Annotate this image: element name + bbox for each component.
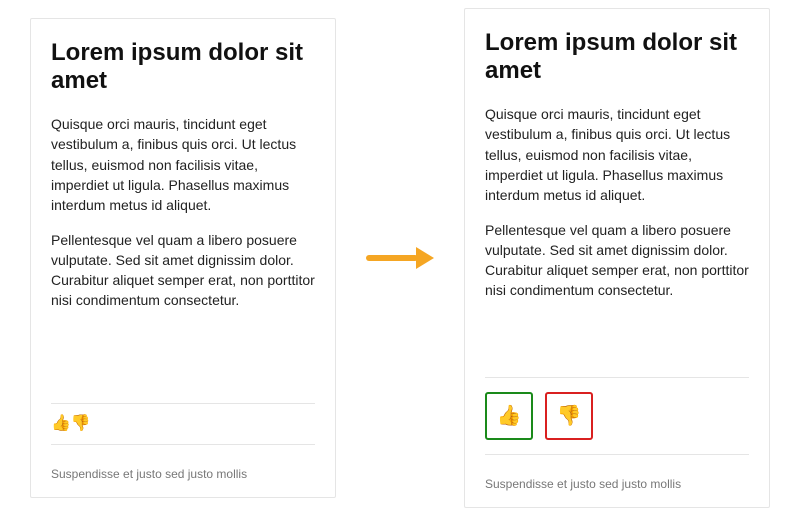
reactions-inline: 👍👎 bbox=[51, 414, 315, 434]
card-paragraph-2: Pellentesque vel quam a libero posuere v… bbox=[51, 230, 315, 311]
divider bbox=[51, 444, 315, 445]
divider bbox=[51, 403, 315, 404]
card-paragraph-1: Quisque orci mauris, tincidunt eget vest… bbox=[51, 114, 315, 215]
card-title: Lorem ipsum dolor sit amet bbox=[485, 29, 749, 87]
spacer bbox=[485, 315, 749, 367]
arrow-icon bbox=[360, 247, 440, 269]
thumbs-up-button[interactable]: 👍 bbox=[485, 392, 533, 440]
card-footer: Suspendisse et justo sed justo mollis bbox=[51, 467, 315, 481]
reactions-buttons: 👍 👎 bbox=[485, 388, 749, 444]
card-title: Lorem ipsum dolor sit amet bbox=[51, 39, 315, 97]
card-after: Lorem ipsum dolor sit amet Quisque orci … bbox=[464, 8, 770, 508]
spacer bbox=[51, 325, 315, 393]
card-paragraph-1: Quisque orci mauris, tincidunt eget vest… bbox=[485, 104, 749, 205]
divider bbox=[485, 377, 749, 378]
card-footer: Suspendisse et justo sed justo mollis bbox=[485, 477, 749, 491]
thumbs-down-icon[interactable]: 👎 bbox=[71, 415, 91, 432]
divider bbox=[485, 454, 749, 455]
thumbs-down-button[interactable]: 👎 bbox=[545, 392, 593, 440]
card-paragraph-2: Pellentesque vel quam a libero posuere v… bbox=[485, 220, 749, 301]
card-before: Lorem ipsum dolor sit amet Quisque orci … bbox=[30, 18, 336, 498]
thumbs-up-icon[interactable]: 👍 bbox=[51, 415, 71, 432]
